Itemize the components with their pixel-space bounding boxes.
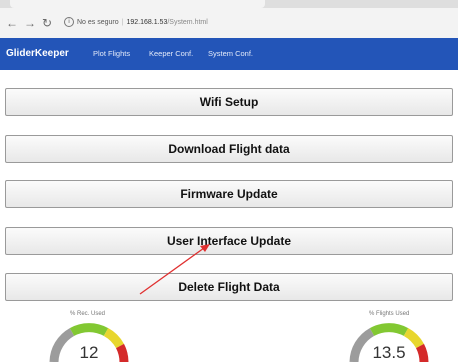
annotation-arrow bbox=[139, 244, 210, 295]
gauge-value-flights-used: 13.5 bbox=[372, 343, 406, 362]
gauge-label-flights-used: % Flights Used bbox=[369, 311, 410, 317]
gauge-label-rec-used: % Rec. Used bbox=[70, 311, 106, 317]
gauge-value-rec-used: 12 bbox=[79, 343, 99, 362]
